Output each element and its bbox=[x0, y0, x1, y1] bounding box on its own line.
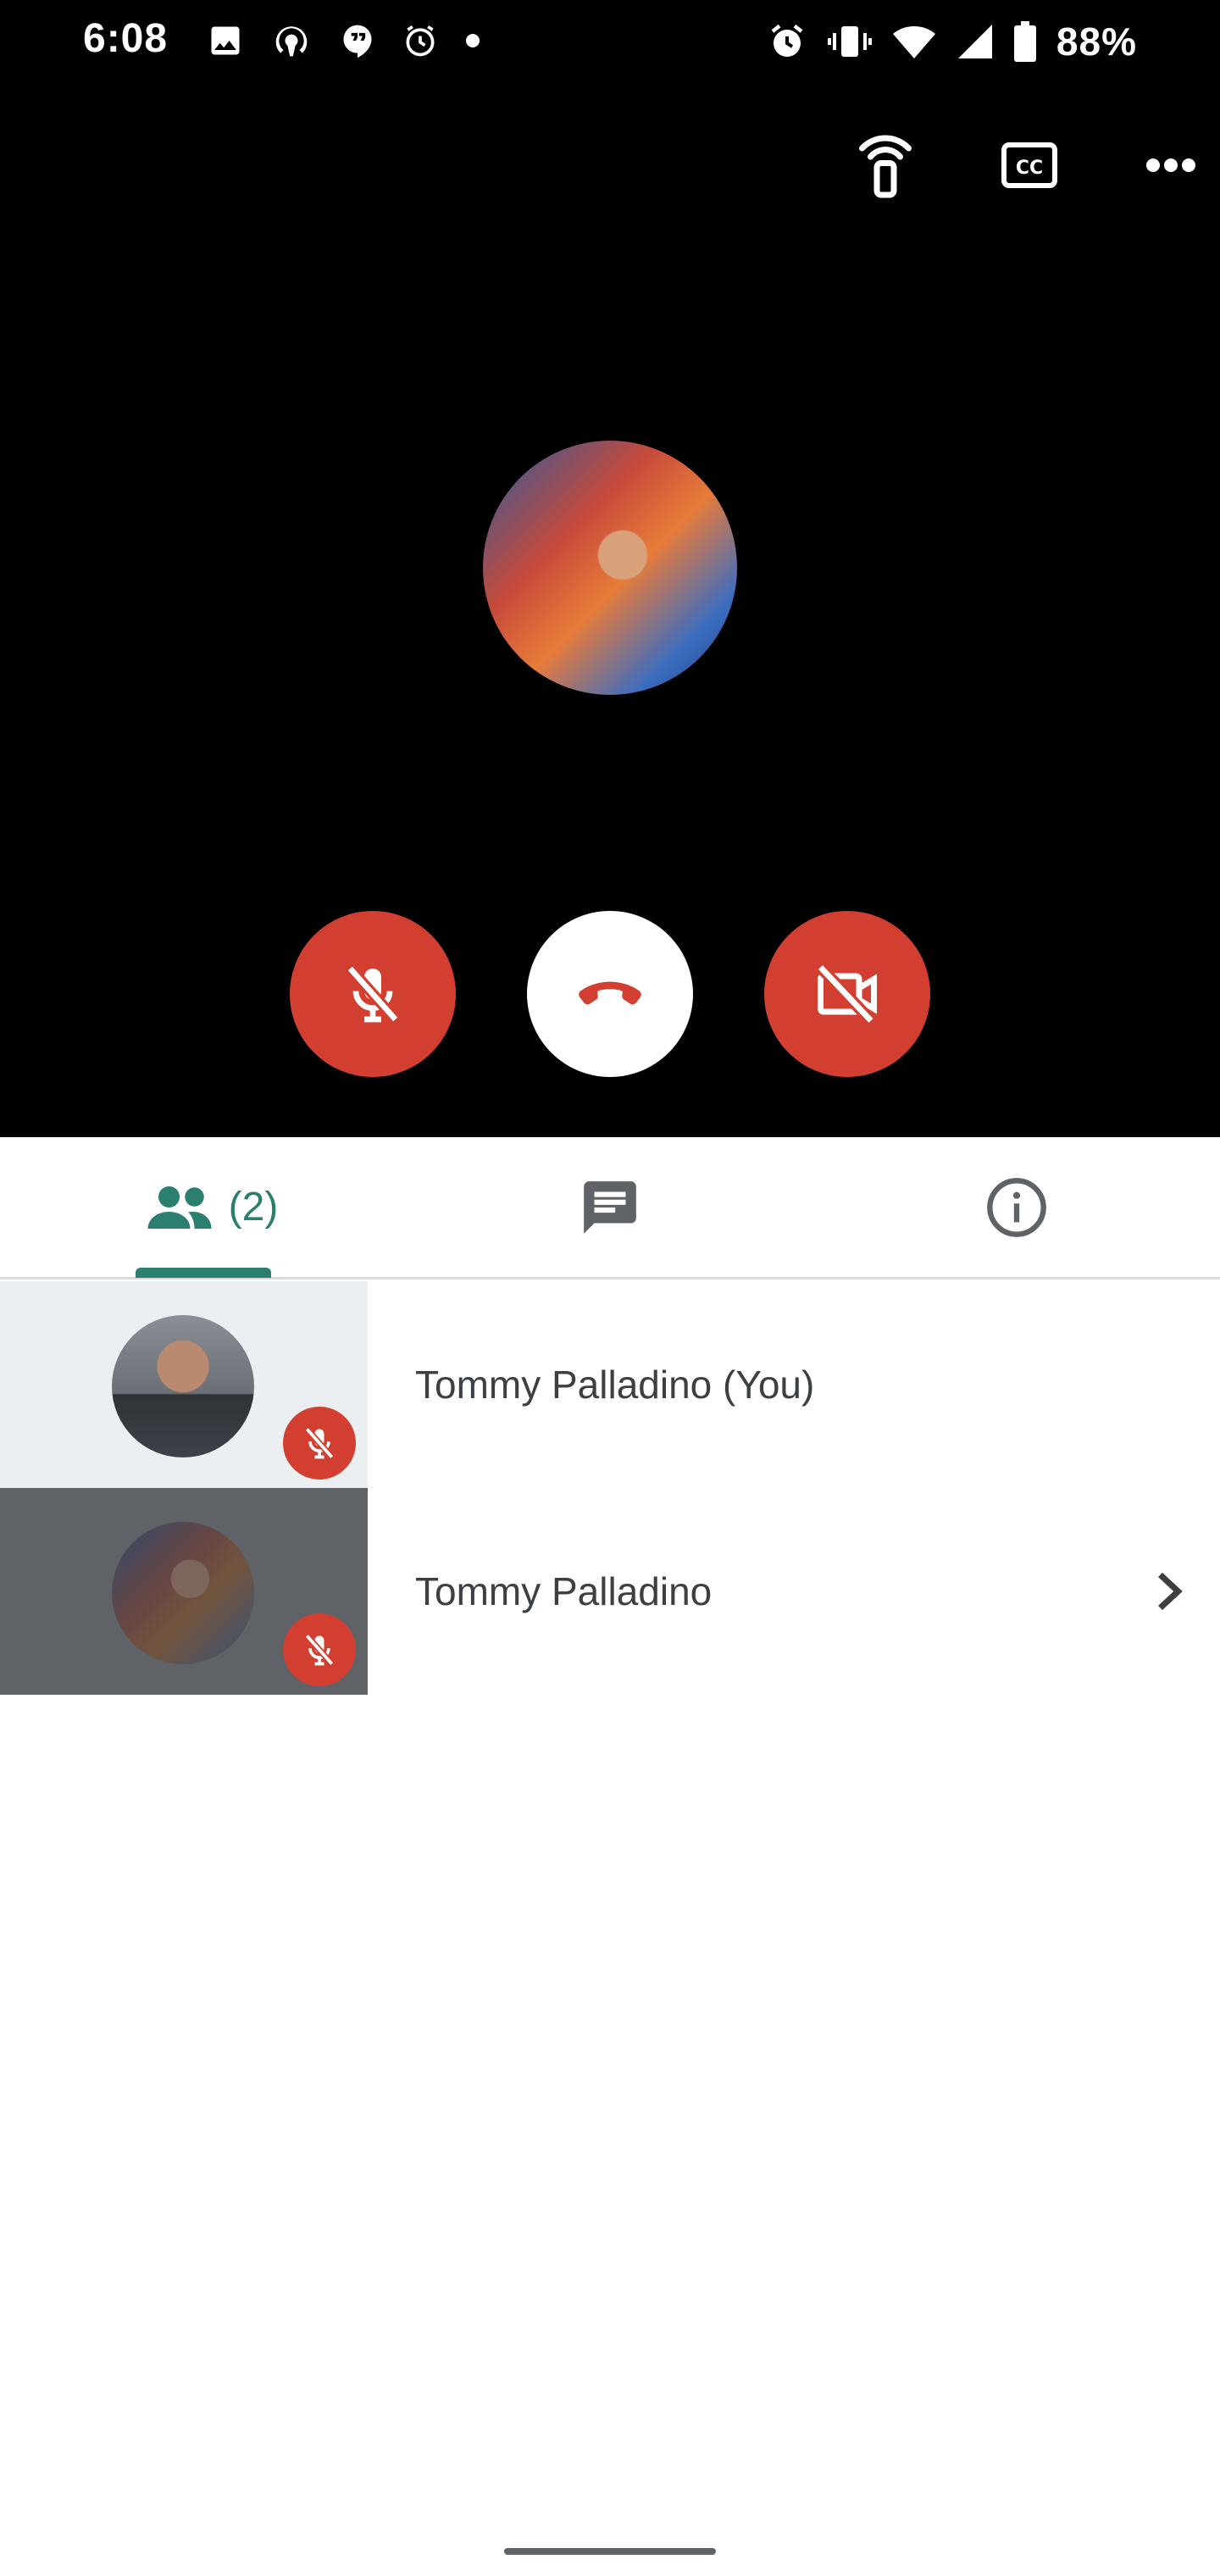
caller-avatar bbox=[483, 441, 737, 695]
avatar bbox=[112, 1522, 254, 1664]
chevron-right-icon[interactable] bbox=[1144, 1566, 1195, 1617]
participant-thumbnail bbox=[0, 1281, 368, 1488]
participant-list: Tommy Palladino (You) Tommy Palladino bbox=[0, 1281, 1220, 1695]
mic-off-icon bbox=[304, 1427, 335, 1459]
avatar bbox=[112, 1315, 254, 1457]
cast-remote-button[interactable] bbox=[847, 127, 923, 203]
muted-badge bbox=[283, 1407, 356, 1480]
people-icon bbox=[147, 1185, 212, 1229]
status-bar: 6:08 88% bbox=[0, 0, 1220, 85]
closed-captions-button[interactable]: CC bbox=[991, 127, 1068, 203]
mic-off-icon bbox=[304, 1634, 335, 1666]
participant-name: Tommy Palladino bbox=[415, 1569, 713, 1613]
info-icon bbox=[987, 1177, 1046, 1237]
status-time: 6:08 bbox=[83, 16, 169, 61]
camera-off-icon bbox=[816, 963, 877, 1025]
tab-chat[interactable] bbox=[525, 1137, 695, 1277]
camera-off-button[interactable] bbox=[764, 911, 930, 1077]
tab-info[interactable] bbox=[932, 1137, 1101, 1277]
dot-icon bbox=[466, 34, 480, 47]
battery-icon bbox=[1013, 21, 1036, 62]
closed-captions-icon: CC bbox=[1001, 142, 1057, 188]
call-controls bbox=[0, 911, 1220, 1080]
tab-people[interactable]: (2) bbox=[127, 1137, 297, 1277]
status-right-icons: 88% bbox=[767, 19, 1137, 64]
more-options-icon bbox=[1146, 158, 1195, 172]
top-actions: CC bbox=[712, 127, 1220, 203]
participant-row[interactable]: Tommy Palladino bbox=[0, 1488, 1220, 1695]
alarm-icon bbox=[771, 24, 803, 57]
participant-thumbnail bbox=[0, 1488, 368, 1695]
tab-bar: (2) bbox=[0, 1137, 1220, 1280]
signal-icon bbox=[957, 25, 992, 58]
image-icon bbox=[211, 26, 240, 55]
battery-percentage: 88% bbox=[1056, 19, 1137, 64]
selected-tab-indicator bbox=[136, 1268, 271, 1278]
participant-count: (2) bbox=[228, 1185, 279, 1230]
cast-remote-icon bbox=[859, 135, 912, 198]
participant-name: Tommy Palladino (You) bbox=[415, 1363, 815, 1407]
home-indicator[interactable] bbox=[504, 2548, 716, 2555]
hangouts-icon bbox=[343, 25, 372, 58]
vibrate-icon bbox=[827, 26, 872, 57]
status-left-icons bbox=[207, 22, 481, 59]
muted-badge bbox=[283, 1613, 356, 1686]
mute-microphone-button[interactable] bbox=[290, 911, 456, 1077]
podcast-icon bbox=[275, 26, 308, 57]
call-area: 6:08 88% CC bbox=[0, 0, 1220, 1137]
participant-row[interactable]: Tommy Palladino (You) bbox=[0, 1281, 1220, 1488]
hang-up-icon bbox=[579, 981, 641, 1005]
wifi-icon bbox=[892, 26, 935, 58]
clock-icon bbox=[406, 25, 435, 57]
more-options-button[interactable] bbox=[1133, 127, 1209, 203]
chat-icon bbox=[584, 1180, 636, 1234]
svg-text:CC: CC bbox=[1016, 158, 1043, 179]
hang-up-button[interactable] bbox=[527, 911, 693, 1077]
mic-off-icon bbox=[346, 964, 400, 1024]
